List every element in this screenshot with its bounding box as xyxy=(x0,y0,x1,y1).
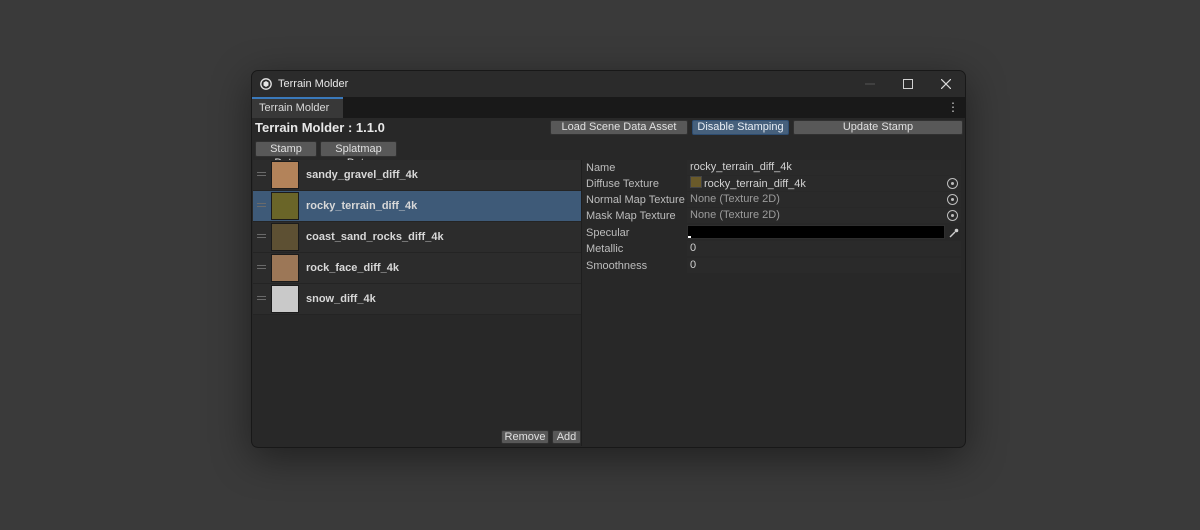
tab-splatmap-data[interactable]: Splatmap Data xyxy=(320,141,397,169)
list-item[interactable]: sandy_gravel_diff_4k xyxy=(253,160,581,191)
layer-name-label: rocky_terrain_diff_4k xyxy=(306,200,418,212)
texture-thumbnail-icon xyxy=(690,176,702,188)
drag-handle-icon[interactable] xyxy=(257,203,266,208)
object-picker-icon[interactable] xyxy=(947,178,958,189)
eyedropper-icon[interactable] xyxy=(947,225,961,240)
tab-bar: Terrain Molder ⋮ xyxy=(252,97,965,118)
metallic-field[interactable]: 0 xyxy=(687,241,961,256)
add-button[interactable]: Add xyxy=(552,430,581,444)
close-button[interactable] xyxy=(927,71,965,97)
diffuse-texture-value: rocky_terrain_diff_4k xyxy=(704,178,806,190)
list-item[interactable]: rocky_terrain_diff_4k xyxy=(253,191,581,222)
layer-name-label: rock_face_diff_4k xyxy=(306,262,399,274)
layer-name-label: sandy_gravel_diff_4k xyxy=(306,169,418,181)
mask-map-field[interactable]: None (Texture 2D) xyxy=(687,208,961,223)
texture-thumbnail xyxy=(271,223,299,251)
texture-thumbnail xyxy=(271,285,299,313)
normal-map-row: Normal Map Texture None (Texture 2D) xyxy=(583,192,964,208)
drag-handle-icon[interactable] xyxy=(257,296,266,301)
tab-stamp-data[interactable]: Stamp Data xyxy=(255,141,317,169)
minimize-icon xyxy=(865,83,875,85)
diffuse-texture-field[interactable]: rocky_terrain_diff_4k xyxy=(687,176,961,191)
app-version-title: Terrain Molder : 1.1.0 xyxy=(255,120,385,135)
smoothness-label: Smoothness xyxy=(586,260,648,272)
update-stamp-button[interactable]: Update Stamp xyxy=(793,120,963,135)
texture-thumbnail xyxy=(271,161,299,189)
splatmap-layer-list: sandy_gravel_diff_4k rocky_terrain_diff_4… xyxy=(253,160,582,446)
metallic-row: Metallic 0 xyxy=(583,241,964,257)
diffuse-texture-label: Diffuse Texture xyxy=(586,178,659,190)
specular-row: Specular xyxy=(583,225,964,241)
maximize-icon xyxy=(903,79,913,89)
data-tabs: Stamp Data Splatmap Data xyxy=(252,139,965,169)
terrain-molder-window: Terrain Molder Terrain Molder ⋮ Terrain … xyxy=(251,70,966,448)
window-title: Terrain Molder xyxy=(278,78,349,90)
header-toolbar: Terrain Molder : 1.1.0 Load Scene Data A… xyxy=(252,118,965,139)
name-label: Name xyxy=(586,162,616,174)
list-item[interactable]: coast_sand_rocks_diff_4k xyxy=(253,222,581,253)
normal-map-label: Normal Map Texture xyxy=(586,194,685,206)
mask-map-label: Mask Map Texture xyxy=(586,210,676,222)
diffuse-texture-row: Diffuse Texture rocky_terrain_diff_4k xyxy=(583,176,964,192)
drag-handle-icon[interactable] xyxy=(257,234,266,239)
tab-terrain-molder[interactable]: Terrain Molder xyxy=(252,97,343,118)
disable-stamping-button[interactable]: Disable Stamping xyxy=(692,120,789,135)
layer-properties-panel: Name rocky_terrain_diff_4k Diffuse Textu… xyxy=(583,160,964,446)
specular-color-field[interactable] xyxy=(687,225,945,239)
unity-icon xyxy=(260,78,272,90)
minimize-button[interactable] xyxy=(851,71,889,97)
texture-thumbnail xyxy=(271,254,299,282)
metallic-label: Metallic xyxy=(586,243,624,255)
object-picker-icon[interactable] xyxy=(947,210,958,221)
drag-handle-icon[interactable] xyxy=(257,265,266,270)
specular-label: Specular xyxy=(586,227,630,239)
texture-thumbnail xyxy=(271,192,299,220)
normal-map-field[interactable]: None (Texture 2D) xyxy=(687,192,961,207)
load-scene-data-asset-button[interactable]: Load Scene Data Asset xyxy=(550,120,688,135)
mask-map-row: Mask Map Texture None (Texture 2D) xyxy=(583,208,964,224)
layer-name-label: snow_diff_4k xyxy=(306,293,376,305)
list-item[interactable]: rock_face_diff_4k xyxy=(253,253,581,284)
close-icon xyxy=(941,79,951,89)
remove-button[interactable]: Remove xyxy=(501,430,549,444)
drag-handle-icon[interactable] xyxy=(257,172,266,177)
smoothness-row: Smoothness 0 xyxy=(583,258,964,274)
name-field[interactable]: rocky_terrain_diff_4k xyxy=(687,160,961,175)
maximize-button[interactable] xyxy=(889,71,927,97)
kebab-menu-icon[interactable]: ⋮ xyxy=(947,100,959,114)
name-row: Name rocky_terrain_diff_4k xyxy=(583,160,964,176)
object-picker-icon[interactable] xyxy=(947,194,958,205)
smoothness-field[interactable]: 0 xyxy=(687,258,961,273)
normal-map-value: None (Texture 2D) xyxy=(690,193,780,205)
title-bar[interactable]: Terrain Molder xyxy=(252,71,965,97)
list-item[interactable]: snow_diff_4k xyxy=(253,284,581,315)
mask-map-value: None (Texture 2D) xyxy=(690,209,780,221)
layer-name-label: coast_sand_rocks_diff_4k xyxy=(306,231,444,243)
